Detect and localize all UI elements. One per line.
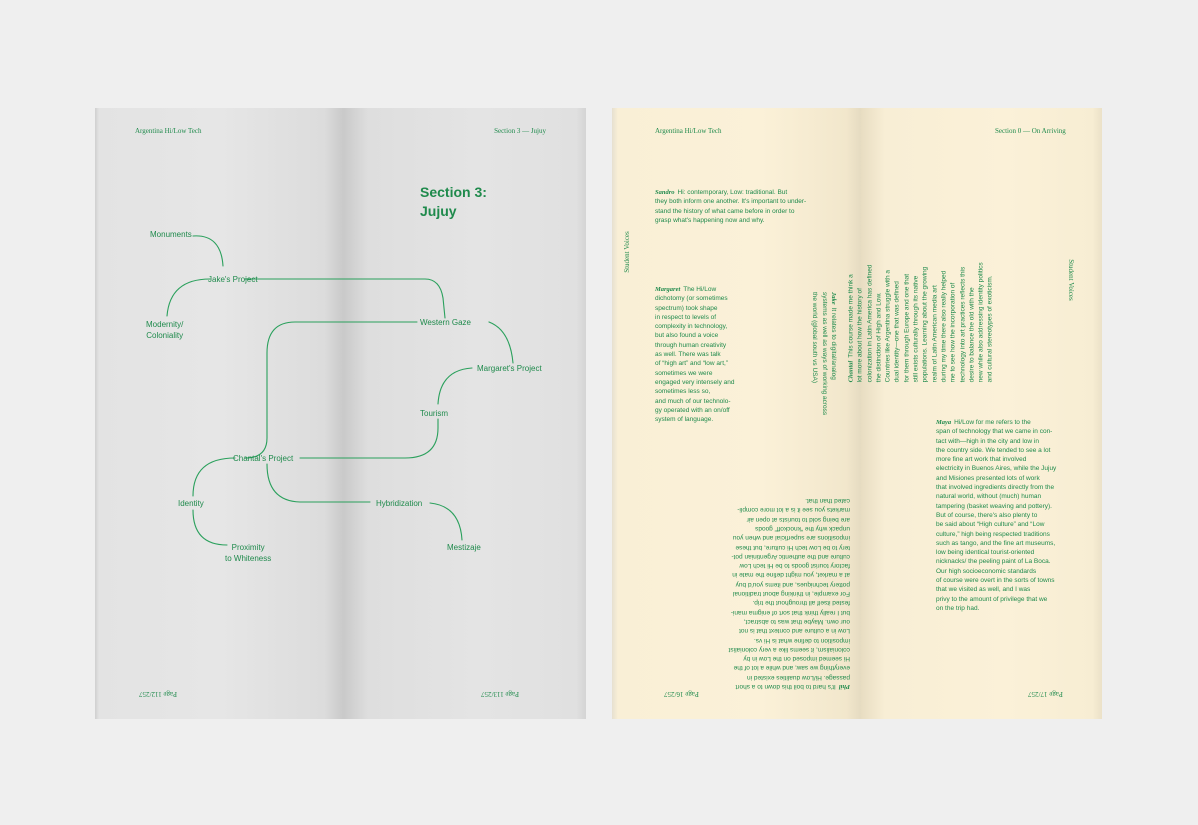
connector-westerngaze-chantal bbox=[244, 321, 418, 459]
concept-map-connectors bbox=[166, 235, 514, 546]
page-number-right: Page 113/257 bbox=[481, 690, 520, 698]
quote-jake-name: Jake bbox=[829, 291, 837, 305]
quote-chantal-text: This course made me think a lot more abo… bbox=[847, 262, 995, 383]
connector-jake-modernity bbox=[166, 278, 211, 317]
node-tourism: Tourism bbox=[420, 409, 449, 418]
connector-identity-proximity bbox=[192, 509, 228, 546]
quote-margaret-name: Margaret bbox=[655, 286, 681, 293]
node-monuments: Monuments bbox=[150, 230, 192, 239]
page-number-left: Page 16/257 bbox=[664, 690, 699, 698]
connector-jake-westerngaze bbox=[244, 278, 446, 319]
quote-chantal: ChantalThis course made me think a lot m… bbox=[847, 232, 996, 382]
running-header-right: Section 0 — On Arriving bbox=[995, 127, 1066, 135]
quote-sandro-name: Sandro bbox=[655, 189, 675, 196]
quote-sandro: Sandro Hi: contemporary, Low: traditional… bbox=[655, 188, 845, 225]
node-mestizaje: Mestizaje bbox=[447, 543, 481, 552]
node-margarets-project: Margaret's Project bbox=[477, 364, 542, 373]
node-identity: Identity bbox=[178, 499, 204, 508]
quote-maya-name: Maya bbox=[936, 419, 952, 426]
quote-margaret-text: The Hi/Low dichotomy (or sometimes spect… bbox=[655, 286, 735, 424]
quote-jake: JakeIt relates to digital/analog systems… bbox=[810, 292, 838, 472]
node-hybridization: Hybridization bbox=[376, 499, 423, 508]
connector-westerngaze-margaret bbox=[488, 321, 514, 364]
node-modernity-coloniality: Modernity/ Coloniality bbox=[146, 320, 184, 340]
quote-phil-name: Phil bbox=[838, 683, 850, 691]
connector-monuments-jake bbox=[192, 235, 224, 267]
node-proximity-to-whiteness: Proximity to Whiteness bbox=[225, 543, 272, 563]
node-western-gaze: Western Gaze bbox=[420, 318, 471, 327]
node-chantals-project: Chantal's Project bbox=[233, 454, 294, 463]
left-spread: Argentina Hi/Low Tech Section 3 — Jujuy … bbox=[95, 108, 586, 719]
quote-sandro-text: Hi: contemporary, Low: traditional. But … bbox=[655, 189, 807, 224]
quote-phil: PhilIt's hard to boil this down to a sho… bbox=[690, 496, 850, 691]
connector-chantal-hybridization bbox=[266, 463, 371, 503]
quote-jake-text: It relates to digital/analog systems as … bbox=[811, 291, 837, 416]
node-jakes-project: Jake's Project bbox=[208, 275, 258, 284]
running-header-left: Argentina Hi/Low Tech bbox=[655, 127, 722, 135]
quote-maya-text: Hi/Low for me refers to the span of tech… bbox=[936, 419, 1057, 612]
quote-margaret: Margaret The Hi/Low dichotomy (or sometim… bbox=[655, 285, 765, 424]
side-label-student-voices-right: Student Voices bbox=[1066, 259, 1075, 301]
connector-margaret-tourism bbox=[437, 367, 473, 405]
quote-chantal-name: Chantal bbox=[847, 360, 855, 383]
page-number-right: Page 17/257 bbox=[1028, 690, 1063, 698]
page-number-left: Page 112/257 bbox=[139, 690, 178, 698]
connector-chantal-identity bbox=[192, 457, 236, 497]
quote-phil-text: It's hard to boil this down to a short p… bbox=[728, 497, 850, 691]
right-page-17 bbox=[861, 108, 1102, 719]
side-label-student-voices-left: Student Voices bbox=[622, 231, 631, 273]
right-spread: Argentina Hi/Low Tech Section 0 — On Arr… bbox=[612, 108, 1102, 719]
connector-tourism-chantal bbox=[299, 418, 439, 459]
quote-maya: Maya Hi/Low for me refers to the span of … bbox=[936, 418, 1081, 613]
connector-hybridization-mestizaje bbox=[429, 502, 463, 541]
